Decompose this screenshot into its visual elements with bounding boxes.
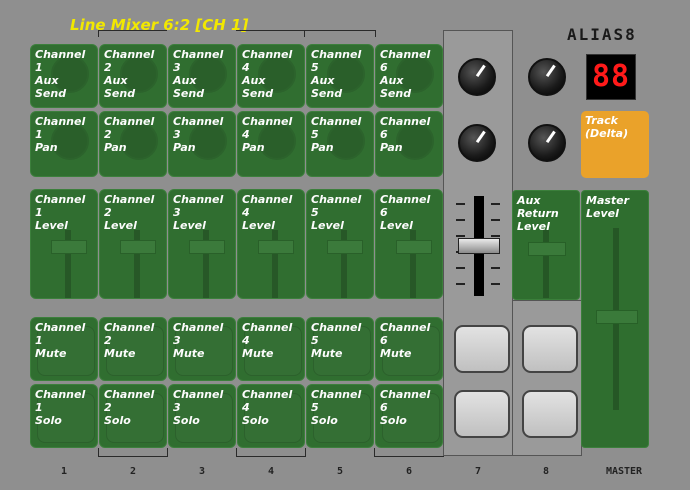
column-number-7: 7: [474, 466, 482, 477]
channel-4-pan[interactable]: Channel 4 Pan: [237, 111, 305, 177]
track-delta-button[interactable]: Track (Delta): [581, 111, 649, 178]
column-number-3: 3: [198, 466, 206, 477]
column-frame-bottom-6: [374, 448, 444, 457]
fader-cap: [396, 240, 432, 254]
cell-label: Channel 5 Level: [311, 193, 362, 232]
column-frame-bottom-2: [98, 448, 168, 457]
channel-4-mute[interactable]: Channel 4 Mute: [237, 317, 305, 381]
channel-3-aux-send[interactable]: Channel 3 Aux Send: [168, 44, 236, 108]
channel-5-pan[interactable]: Channel 5 Pan: [306, 111, 374, 177]
aux-return-fader-cap[interactable]: [528, 242, 566, 256]
scale-mark: [456, 267, 465, 269]
mixer-controller: Line Mixer 6:2 [CH 1] ALIAS8 Channel 1 A…: [0, 0, 690, 490]
knob-7-bottom[interactable]: [458, 124, 496, 162]
channel-1-pan[interactable]: Channel 1 Pan: [30, 111, 98, 177]
fader-cap: [120, 240, 156, 254]
scale-mark: [491, 235, 500, 237]
button-7-top[interactable]: [454, 325, 510, 373]
column-number-1: 1: [60, 466, 68, 477]
channel-2-pan[interactable]: Channel 2 Pan: [99, 111, 167, 177]
button-8-top[interactable]: [522, 325, 578, 373]
scale-mark: [491, 219, 500, 221]
channel-6-aux-send[interactable]: Channel 6 Aux Send: [375, 44, 443, 108]
column-frame-bottom-4: [236, 448, 306, 457]
channel-2-mute[interactable]: Channel 2 Mute: [99, 317, 167, 381]
scale-mark: [491, 283, 500, 285]
channel-4-solo[interactable]: Channel 4 Solo: [237, 384, 305, 448]
fader-7-cap[interactable]: [458, 238, 500, 254]
column-frame-4: [236, 30, 305, 37]
led-display: 88: [586, 54, 636, 100]
column-number-4: 4: [267, 466, 275, 477]
knob-pointer: [545, 130, 556, 144]
button-7-bottom[interactable]: [454, 390, 510, 438]
channel-3-pan[interactable]: Channel 3 Pan: [168, 111, 236, 177]
knob-pointer: [545, 64, 556, 78]
channel-1-level[interactable]: Channel 1 Level: [30, 189, 98, 299]
fader-cap: [258, 240, 294, 254]
channel-3-mute[interactable]: Channel 3 Mute: [168, 317, 236, 381]
channel-1-mute[interactable]: Channel 1 Mute: [30, 317, 98, 381]
master-fader-cap[interactable]: [596, 310, 638, 324]
channel-2-solo[interactable]: Channel 2 Solo: [99, 384, 167, 448]
scale-mark: [456, 203, 465, 205]
channel-2-level[interactable]: Channel 2 Level: [99, 189, 167, 299]
knob-pointer: [475, 130, 486, 144]
scale-mark: [491, 203, 500, 205]
channel-5-solo[interactable]: Channel 5 Solo: [306, 384, 374, 448]
fader-cap: [327, 240, 363, 254]
scale-mark: [491, 267, 500, 269]
channel-6-solo[interactable]: Channel 6 Solo: [375, 384, 443, 448]
channel-5-aux-send[interactable]: Channel 5 Aux Send: [306, 44, 374, 108]
knob-pointer: [475, 64, 486, 78]
master-label: Master Level: [586, 194, 630, 220]
scale-mark: [456, 219, 465, 221]
cell-label: Channel 2 Level: [104, 193, 155, 232]
channel-1-solo[interactable]: Channel 1 Solo: [30, 384, 98, 448]
column-number-5: 5: [336, 466, 344, 477]
scale-mark: [456, 235, 465, 237]
cell-label: Channel 3 Level: [173, 193, 224, 232]
fader-cap: [189, 240, 225, 254]
channel-4-level[interactable]: Channel 4 Level: [237, 189, 305, 299]
fader-cap: [51, 240, 87, 254]
channel-6-mute[interactable]: Channel 6 Mute: [375, 317, 443, 381]
column-number-2: 2: [129, 466, 137, 477]
cell-label: Channel 1 Level: [35, 193, 86, 232]
cell-label: Channel 4 Level: [242, 193, 293, 232]
column-frame-5: [304, 30, 376, 37]
channel-3-level[interactable]: Channel 3 Level: [168, 189, 236, 299]
knob-7-top[interactable]: [458, 58, 496, 96]
knob-8-top[interactable]: [528, 58, 566, 96]
cell-label: Channel 6 Level: [380, 193, 431, 232]
channel-5-mute[interactable]: Channel 5 Mute: [306, 317, 374, 381]
channel-2-aux-send[interactable]: Channel 2 Aux Send: [99, 44, 167, 108]
column-number-8: 8: [542, 466, 550, 477]
column-frame-1: [98, 30, 167, 37]
channel-6-level[interactable]: Channel 6 Level: [375, 189, 443, 299]
channel-3-solo[interactable]: Channel 3 Solo: [168, 384, 236, 448]
column-number-9: MASTER: [605, 466, 643, 477]
channel-4-aux-send[interactable]: Channel 4 Aux Send: [237, 44, 305, 108]
aux-return-fader-track: [543, 230, 549, 298]
aux-return-label: Aux Return Level: [517, 194, 559, 233]
channel-5-level[interactable]: Channel 5 Level: [306, 189, 374, 299]
scale-mark: [456, 283, 465, 285]
channel-1-aux-send[interactable]: Channel 1 Aux Send: [30, 44, 98, 108]
knob-8-bottom[interactable]: [528, 124, 566, 162]
column-number-6: 6: [405, 466, 413, 477]
button-8-bottom[interactable]: [522, 390, 578, 438]
logo: ALIAS8: [567, 25, 637, 44]
channel-6-pan[interactable]: Channel 6 Pan: [375, 111, 443, 177]
